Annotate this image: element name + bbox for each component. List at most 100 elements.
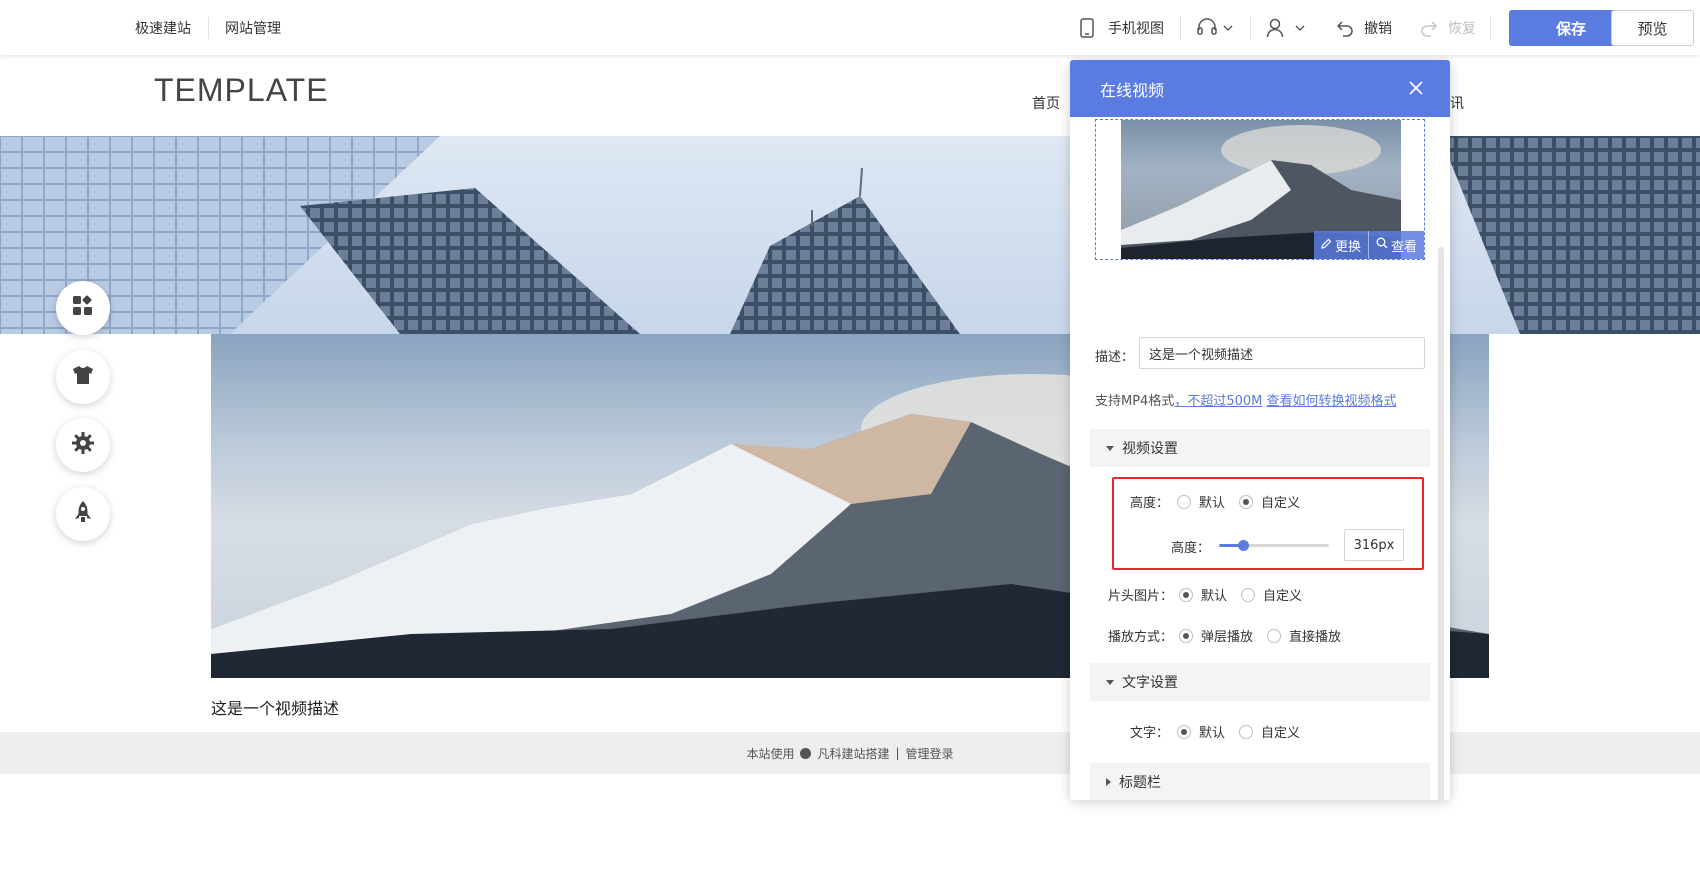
height-mode-row: 高度： 默认 自定义 [1130,492,1314,511]
preview-button[interactable]: 预览 [1611,10,1694,46]
admin-login-link[interactable]: 管理登录 [906,745,954,762]
apps-icon [72,295,94,321]
poster-row: 片头图片： 默认 自定义 [1108,585,1316,604]
section-text-settings[interactable]: 文字设置 [1090,663,1430,701]
site-logo[interactable]: TEMPLATE [154,72,329,109]
toolbar-divider [208,17,209,39]
play-popup-label: 弹层播放 [1201,630,1254,645]
poster-custom-option[interactable]: 自定义 [1241,585,1302,604]
panel-title: 在线视频 [1100,80,1165,100]
format-hint: 支持MP4格式，不超过500M 查看如何转换视频格式 [1095,390,1397,409]
poster-default-radio[interactable] [1179,587,1194,602]
size-limit-link[interactable]: ，不超过500M [1174,394,1262,409]
panel-body: 更换 查看 描述： 这是一个视频描述 支持MP4格式，不超过500M 查看如何转… [1070,117,1450,800]
search-icon [1376,237,1388,253]
section-video-settings[interactable]: 视频设置 [1090,429,1430,467]
poster-default-option[interactable]: 默认 [1179,585,1227,604]
view-button[interactable]: 查看 [1367,231,1424,259]
play-direct-radio[interactable] [1267,628,1282,643]
poster-label: 片头图片： [1108,589,1174,604]
section-text-settings-label: 文字设置 [1122,675,1178,691]
close-icon[interactable] [1406,78,1426,98]
text-default-option[interactable]: 默认 [1177,722,1225,741]
toolbar-divider [1180,17,1181,39]
text-mode-label: 文字： [1130,726,1170,741]
phone-icon [1076,17,1098,39]
rocket-icon [74,500,92,528]
text-default-label: 默认 [1199,726,1226,741]
shirt-icon [72,365,94,389]
convert-format-link[interactable]: 查看如何转换视频格式 [1267,394,1397,409]
footer-powered-brand[interactable]: 凡科建站搭建 [817,745,889,762]
height-value-input[interactable]: 316px [1344,529,1404,561]
text-mode-row: 文字： 默认 自定义 [1130,722,1314,741]
theme-button[interactable] [56,350,110,404]
footer-powered-prefix: 本站使用 [746,746,795,761]
thumbnail-actions: 更换 查看 [1313,231,1424,259]
nav-item-home[interactable]: 首页 [1032,93,1060,113]
text-default-radio[interactable] [1177,724,1192,739]
panel-header: 在线视频 [1070,60,1450,117]
height-custom-option[interactable]: 自定义 [1239,492,1300,511]
account-menu[interactable] [1264,14,1306,42]
redo-button[interactable]: 恢复 [1418,14,1476,42]
video-thumbnail-box[interactable]: 更换 查看 [1095,119,1425,260]
height-default-option[interactable]: 默认 [1177,492,1225,511]
replace-button[interactable]: 更换 [1314,231,1368,259]
caret-down-icon [1106,679,1114,685]
text-custom-label: 自定义 [1261,726,1301,741]
height-value-label: 高度： [1171,541,1211,556]
section-video-settings-label: 视频设置 [1122,441,1178,457]
section-title-bar-label: 标题栏 [1119,775,1161,791]
height-custom-radio[interactable] [1239,494,1254,509]
poster-custom-radio[interactable] [1241,587,1256,602]
redo-icon [1418,17,1440,39]
height-custom-label: 自定义 [1261,496,1301,511]
text-custom-radio[interactable] [1239,724,1254,739]
play-popup-radio[interactable] [1179,628,1194,643]
publish-button[interactable] [56,487,110,541]
editor-toolbar: 极速建站 网站管理 手机视图 撤销 恢复 保存 预览 [0,0,1700,55]
undo-button[interactable]: 撤销 [1334,14,1392,42]
height-default-label: 默认 [1199,496,1226,511]
settings-button[interactable] [56,418,110,472]
chevron-down-icon [1294,17,1306,39]
headset-icon [1196,17,1218,39]
height-slider[interactable] [1219,540,1329,551]
caret-down-icon [1106,445,1114,451]
redo-label: 恢复 [1448,21,1476,37]
gear-icon [72,432,94,458]
text-custom-option[interactable]: 自定义 [1239,722,1300,741]
site-management-link[interactable]: 网站管理 [225,18,281,38]
replace-label: 更换 [1334,239,1361,255]
section-title-bar[interactable]: 标题栏 [1090,763,1430,800]
toolbar-divider [1490,17,1491,39]
height-mode-label: 高度： [1130,496,1170,511]
description-input[interactable]: 这是一个视频描述 [1139,337,1425,369]
undo-label: 撤销 [1364,21,1392,37]
play-mode-row: 播放方式： 弹层播放 直接播放 [1108,626,1355,645]
pencil-icon [1321,238,1332,253]
description-label: 描述： [1095,350,1135,365]
quick-build-link[interactable]: 极速建站 [135,18,191,38]
online-video-panel: 在线视频 更换 查看 描述： 这是一个视频描述 支持MP4格式，不超过500M … [1070,60,1450,800]
play-direct-option[interactable]: 直接播放 [1267,626,1341,645]
panel-scrollbar[interactable] [1438,247,1444,800]
poster-default-label: 默认 [1201,589,1228,604]
mobile-view-label: 手机视图 [1108,21,1164,37]
support-menu[interactable] [1196,14,1234,42]
user-icon [1264,17,1286,39]
video-description: 这是一个视频描述 [211,699,340,718]
height-default-radio[interactable] [1177,494,1192,509]
nav-item-news[interactable]: 讯 [1450,93,1464,113]
view-label: 查看 [1390,239,1417,255]
chevron-down-icon [1222,17,1234,39]
footer-separator: | [895,746,900,760]
undo-icon [1334,17,1356,39]
brand-logo-icon [800,747,812,759]
play-popup-option[interactable]: 弹层播放 [1179,626,1253,645]
mobile-view-button[interactable]: 手机视图 [1076,14,1164,42]
poster-custom-label: 自定义 [1263,589,1303,604]
add-module-button[interactable] [56,281,110,335]
play-mode-label: 播放方式： [1108,630,1174,645]
